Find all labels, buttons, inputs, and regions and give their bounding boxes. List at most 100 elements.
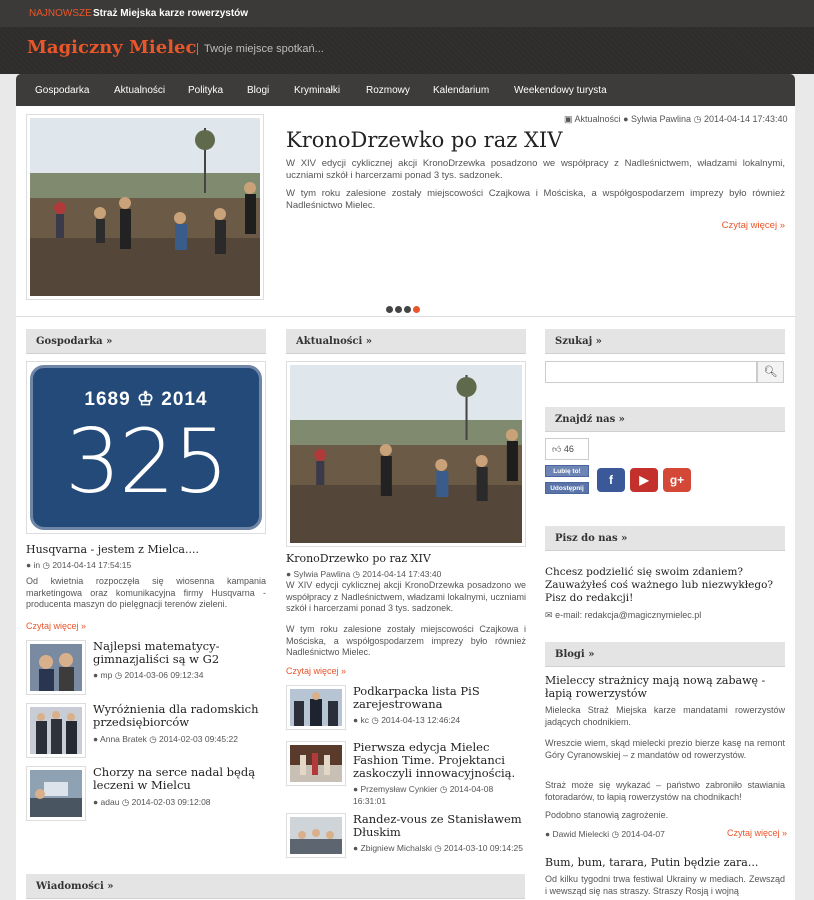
featured-image[interactable] [26,114,264,300]
user-icon: ● [353,715,359,725]
students-photo [30,644,82,691]
user-icon: ● [545,829,551,839]
blog-post-paragraph: Straż może się wykazać – państwo zabroni… [545,780,785,802]
date: 2014-04-07 [621,829,665,839]
slider-dot-2[interactable] [395,306,402,313]
blog-post-paragraph: Od kilku tygodni trwa festiwal Ukrainy w… [545,874,785,896]
blog-post-title[interactable]: Bum, bum, tarara, Putin będzie zara... [545,856,785,869]
slider-dot-3[interactable] [404,306,411,313]
nav-item-rozmowy[interactable]: Rozmowy [366,85,410,96]
site-logo[interactable]: Magiczny Mielec [27,37,196,58]
like-count-box: 👍︎ 46 [545,438,589,460]
section-header-szukaj: Szukaj » [545,329,785,354]
clock-icon: ◷ [42,560,50,570]
blog-post-paragraph: Mielecka Straż Miejska karze mandatami r… [545,705,785,727]
section-header-gospodarka[interactable]: Gospodarka » [26,329,266,354]
tree-planting-photo [30,118,260,296]
nav-item-gospodarka[interactable]: Gospodarka [35,85,89,96]
aktualnosci-article-text-2: W tym roku zalesione zostały miejscowośc… [286,624,526,657]
nav-item-aktualnosci[interactable]: Aktualności [114,85,165,96]
clock-icon: ◷ [114,670,123,680]
nav-item-kalendarium[interactable]: Kalendarium [433,85,489,96]
nav-item-weekendowy-turysta[interactable]: Weekendowy turysta [514,85,607,96]
businessmen-photo [30,707,82,754]
list-item-thumb[interactable] [286,813,346,858]
author: Zbigniew Michalski [360,843,432,853]
blog-read-more[interactable]: Czytaj więcej » [727,828,787,838]
featured-slider: ▣ Aktualności ● Sylwia Pawlina ◷ 2014-04… [16,106,795,316]
list-item-thumb[interactable] [286,741,346,786]
user-icon: ● [286,569,292,579]
facebook-icon[interactable]: f [597,468,625,492]
aktualnosci-image[interactable] [286,361,526,547]
author: Dawid Mielecki [552,829,610,839]
featured-date: 2014-04-14 17:43:40 [703,114,788,124]
date: 2014-02-03 09:12:08 [131,797,211,807]
list-item-meta: ● adau ◷ 2014-02-03 09:12:08 [93,797,211,808]
featured-paragraph-1: W XIV edycji cyklicznej akcji KronoDrzew… [286,158,785,181]
facebook-share-button[interactable]: Udostępnij [545,482,589,494]
list-item-title[interactable]: Najlepsi matematycy-gimnazjaliści są w G… [93,640,268,666]
list-item-title[interactable]: Chorzy na serce nadal będą leczeni w Mie… [93,766,268,792]
search-button[interactable]: 🔍︎ [757,361,784,383]
hospital-photo [30,770,82,817]
youtube-icon[interactable]: ▶ [630,468,658,492]
google-plus-icon[interactable]: g+ [663,468,691,492]
list-item-thumb[interactable] [26,703,86,758]
section-header-pisz: Pisz do nas » [545,526,785,551]
husqvarna-325-badge: 1689 ♔ 2014 325 [30,365,262,530]
blog-post-title[interactable]: Mieleccy strażnicy mają nową zabawę - ła… [545,674,785,700]
nav-item-kryminalki[interactable]: Kryminałki [294,85,340,96]
press-conference-photo [290,689,342,726]
list-item-title[interactable]: Podkarpacka lista PiS zarejestrowana [353,685,528,711]
latest-tag: NAJNOWSZE [29,8,92,19]
list-item-meta: ● kc ◷ 2014-04-13 12:46:24 [353,715,460,726]
section-header-aktualnosci[interactable]: Aktualności » [286,329,526,354]
gospodarka-image[interactable]: 1689 ♔ 2014 325 [26,361,266,534]
envelope-icon: ✉ [545,610,553,620]
gospodarka-article-text: Od kwietnia rozpoczęła się wiosenna kamp… [26,576,266,609]
list-item-title[interactable]: Wyróżnienia dla radomskich przedsiębiorc… [93,703,268,729]
user-icon: ● [353,784,359,794]
email-line[interactable]: ✉ e-mail: redakcja@magicznymielec.pl [545,610,701,621]
site-header: Magiczny Mielec Twoje miejsce spotkań... [0,27,814,74]
clock-icon: ◷ [611,829,619,839]
clock-icon: ◷ [352,569,361,579]
list-item-meta: ● Anna Bratek ◷ 2014-02-03 09:45:22 [93,734,238,745]
nav-item-polityka[interactable]: Polityka [188,85,223,96]
list-item-thumb[interactable] [26,640,86,695]
author: adau [100,797,120,807]
clock-icon: ◷ [693,114,702,124]
featured-read-more[interactable]: Czytaj więcej » [722,220,785,231]
gospodarka-read-more[interactable]: Czytaj więcej » [26,621,86,631]
clock-icon: ◷ [149,734,157,744]
featured-title[interactable]: KronoDrzewko po raz XIV [286,128,562,152]
featured-author: Sylwia Pawlina [631,114,692,124]
share-label: Udostępnij [550,485,584,492]
list-item-meta: ● mp ◷ 2014-03-06 09:12:34 [93,670,203,681]
list-item-thumb[interactable] [26,766,86,821]
user-icon: ● [26,560,32,570]
latest-headline-link[interactable]: Straż Miejska karze rowerzystów [93,8,248,19]
nav-item-blogi[interactable]: Blogi [247,85,269,96]
author: Anna Bratek [100,734,147,744]
author: in [33,560,41,570]
facebook-like-button[interactable]: Lubię to! [545,465,589,477]
pisz-do-nas-text: Chcesz podzielić się swoim zdaniem? Zauw… [545,566,774,604]
search-icon: 🔍︎ [763,366,778,378]
user-icon: ● [623,114,629,124]
list-item-title[interactable]: Pierwsza edycja Mielec Fashion Time. Pro… [353,741,528,780]
site-tagline: Twoje miejsce spotkań... [197,43,324,55]
gospodarka-article-title[interactable]: Husqvarna - jestem z Mielca.... [26,543,266,556]
aktualnosci-read-more[interactable]: Czytaj więcej » [286,666,346,676]
author: kc [360,715,370,725]
slider-dot-1[interactable] [386,306,393,313]
list-item-meta: ● Przemysław Cynkier ◷ 2014-04-08 16:31:… [353,783,513,807]
list-item-title[interactable]: Randez-vous ze Stanisławem Dłuskim [353,813,528,839]
slider-dot-4[interactable] [413,306,420,313]
search-input[interactable] [545,361,757,383]
list-item-thumb[interactable] [286,685,346,730]
section-header-blogi[interactable]: Blogi » [545,642,785,667]
aktualnosci-article-title[interactable]: KronoDrzewko po raz XIV [286,552,526,565]
section-header-wiadomosci[interactable]: Wiadomości » [26,874,525,899]
